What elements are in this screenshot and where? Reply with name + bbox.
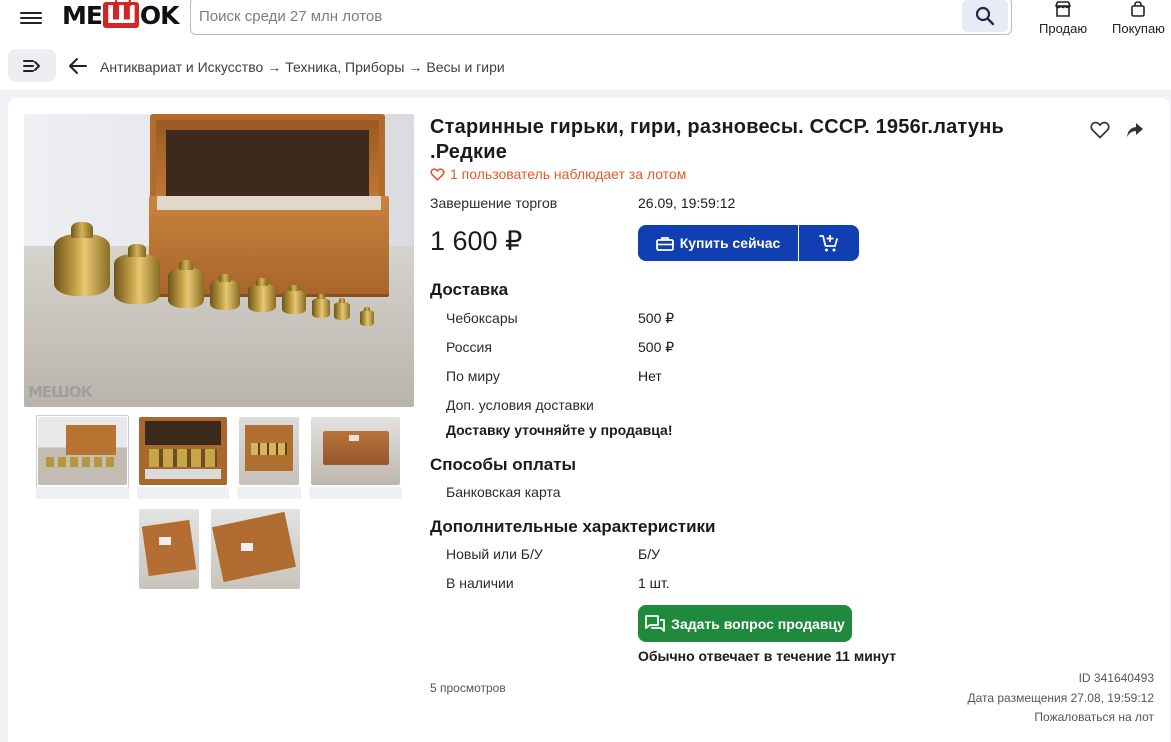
logo-text-part-1: ME (62, 0, 103, 30)
posted-date: Дата размещения 27.08, 19:59:12 (967, 691, 1154, 705)
briefcase-icon (655, 236, 674, 251)
hamburger-menu-icon[interactable] (20, 9, 42, 27)
buy-button-group: Купить сейчас (638, 225, 859, 261)
delivery-heading: Доставка (430, 280, 509, 299)
characteristics-heading: Дополнительные характеристики (430, 517, 716, 536)
delivery-region-value: 500 ₽ (638, 339, 675, 355)
top-header: MEШOK Продаю Покупаю (0, 0, 1171, 44)
breadcrumb: Антиквариат и Искусство → Техника, Приборы… (100, 59, 505, 75)
delivery-region-value: 500 ₽ (638, 310, 675, 326)
view-count: 5 просмотров (430, 681, 506, 695)
delivery-extra-label: Доп. условия доставки (446, 397, 594, 413)
bag-icon (1131, 1, 1146, 17)
thumbnail[interactable] (209, 507, 302, 591)
payment-heading: Способы оплаты (430, 455, 577, 474)
breadcrumb-separator: → (408, 59, 423, 75)
thumbnail[interactable] (237, 415, 301, 499)
photo-watermark: МЕШОК (28, 383, 93, 401)
breadcrumb-item[interactable]: Антиквариат и Искусство (100, 59, 263, 75)
logo-text-part-2: OK (139, 0, 180, 30)
heart-outline-icon (430, 167, 445, 181)
characteristic-label: В наличии (446, 575, 514, 591)
shop-icon (1055, 1, 1071, 17)
buy-nav-label: Покупаю (1112, 21, 1165, 36)
breadcrumb-item[interactable]: Техника, Приборы (285, 59, 404, 75)
sell-label: Продаю (1039, 21, 1088, 36)
back-button[interactable] (68, 57, 88, 80)
main-photo[interactable]: МЕШОК (24, 114, 414, 407)
delivery-region-label: По миру (446, 368, 500, 384)
catalog-menu-icon (23, 59, 40, 72)
catalog-menu-button[interactable] (8, 49, 56, 82)
watchers-info: 1 пользователь наблюдает за лотом (430, 166, 686, 182)
lot-id: ID 341640493 (1078, 671, 1154, 685)
search-button[interactable] (962, 0, 1008, 32)
buy-now-button[interactable]: Купить сейчас (638, 225, 798, 261)
lot-title: Старинные гирьки, гири, разновесы. СССР.… (430, 116, 1005, 163)
lot-price: 1 600 ₽ (430, 226, 523, 256)
arrow-left-icon (69, 58, 87, 74)
search-input[interactable] (191, 0, 962, 34)
logo-bag-letter: Ш (102, 0, 139, 28)
ask-seller-button[interactable]: Задать вопрос продавцу (638, 605, 852, 642)
characteristic-label: Новый или Б/У (446, 546, 543, 562)
auction-end-value: 26.09, 19:59:12 (638, 195, 736, 211)
watchers-text: 1 пользователь наблюдает за лотом (450, 166, 687, 182)
buy-now-label: Купить сейчас (679, 235, 781, 251)
characteristic-value: 1 шт. (638, 575, 670, 591)
thumbnail[interactable] (137, 507, 201, 591)
breadcrumb-bar: Антиквариат и Искусство → Техника, Приборы… (0, 44, 1171, 90)
ask-seller-label: Задать вопрос продавцу (671, 615, 845, 632)
buy-nav-button[interactable]: Покупаю (1112, 0, 1165, 36)
chat-icon (645, 614, 666, 632)
thumbnail[interactable] (137, 415, 229, 499)
search-bar (190, 0, 1012, 35)
sell-button[interactable]: Продаю (1039, 0, 1087, 36)
breadcrumb-separator: → (267, 59, 282, 75)
thumbnail[interactable] (36, 415, 129, 499)
seller-reply-time: Обычно отвечает в течение 11 минут (638, 648, 897, 664)
characteristic-value: Б/У (638, 546, 660, 562)
breadcrumb-item[interactable]: Весы и гири (426, 59, 504, 75)
share-button[interactable] (1126, 122, 1144, 143)
add-to-cart-button[interactable] (799, 225, 859, 261)
thumbnail[interactable] (309, 415, 402, 499)
delivery-region-label: Чебоксары (446, 310, 518, 326)
delivery-region-value: Нет (638, 368, 662, 384)
report-link[interactable]: Пожаловаться на лот (1034, 710, 1154, 724)
share-arrow-icon (1127, 123, 1143, 137)
heart-icon (1090, 121, 1110, 139)
cart-add-icon (819, 235, 838, 252)
favorite-button[interactable] (1090, 121, 1110, 144)
site-logo[interactable]: ME Ш OK (62, 0, 180, 30)
delivery-extra-value: Доставку уточняйте у продавца! (446, 422, 673, 438)
search-icon (975, 6, 995, 26)
delivery-region-label: Россия (446, 339, 492, 355)
payment-method: Банковская карта (446, 484, 561, 500)
lot-card: МЕШОК Старинные гирьки, гири, разновесы.… (8, 98, 1170, 742)
auction-end-label: Завершение торгов (430, 195, 558, 211)
